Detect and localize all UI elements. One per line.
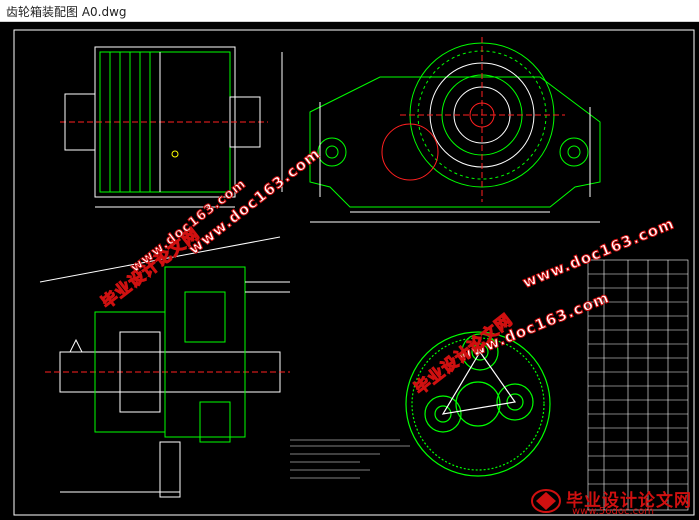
site-logo: 毕业设计论文网 www.56doc.com <box>528 484 699 520</box>
front-view <box>309 37 601 223</box>
window-title: 齿轮箱装配图 A0.dwg <box>6 5 127 19</box>
logo-mark-icon <box>531 489 561 513</box>
side-view <box>60 46 283 208</box>
logo-site: www.56doc.com <box>572 506 655 517</box>
technical-notes <box>290 439 410 479</box>
drawing-canvas[interactable]: www.doc163.com 毕业设计论文网 www.doc163.com ww… <box>0 22 699 520</box>
section-view <box>39 236 290 498</box>
window-titlebar: 齿轮箱装配图 A0.dwg <box>0 0 699 22</box>
cad-drawing <box>13 29 695 516</box>
